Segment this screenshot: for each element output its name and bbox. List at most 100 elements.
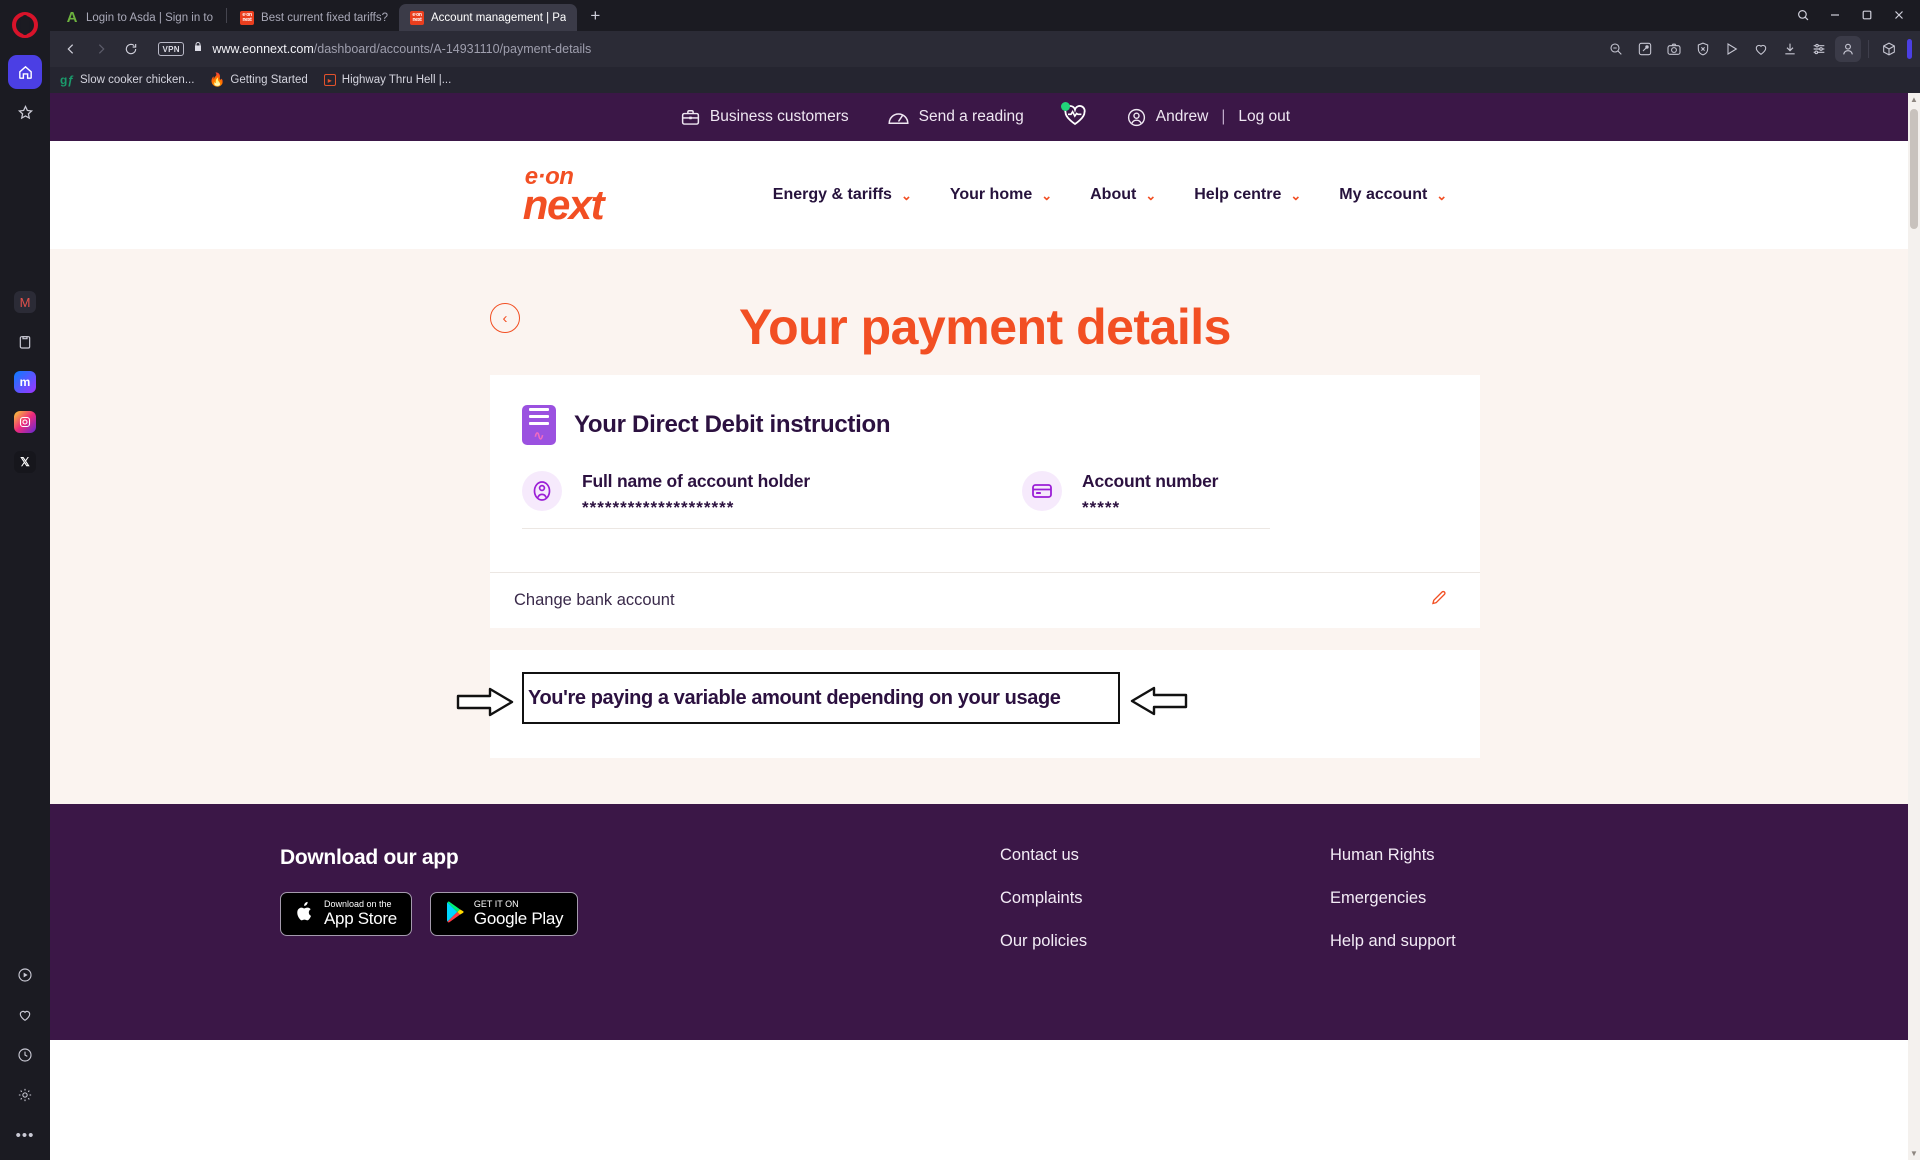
profile-icon[interactable] (1835, 36, 1861, 62)
home-icon (17, 64, 34, 81)
forward-button[interactable] (88, 36, 114, 62)
browser-tab-tariffs[interactable]: e·on next Best current fixed tariffs? (229, 4, 399, 31)
sidebar-more-button[interactable]: ••• (8, 1118, 42, 1152)
toolbar-icons (1603, 36, 1912, 62)
page-title: Your payment details (739, 299, 1231, 355)
sidebar-pinboard-button[interactable]: M (8, 285, 42, 319)
scrollbar-thumb[interactable] (1910, 109, 1918, 229)
bookmark-item[interactable]: gƒ Slow cooker chicken... (60, 73, 194, 87)
card-header: ∿ Your Direct Debit instruction (490, 375, 1480, 471)
sidebar-player-button[interactable] (8, 958, 42, 992)
sidebar-home-button[interactable] (8, 55, 42, 89)
url-text: www.eonnext.com/dashboard/accounts/A-149… (212, 42, 591, 56)
back-button-circle[interactable]: ‹ (490, 303, 520, 333)
sidebar-clipboard-button[interactable] (8, 325, 42, 359)
nav-label: About (1090, 186, 1137, 203)
nav-item-your-home[interactable]: Your home ⌄ (950, 186, 1052, 204)
back-button[interactable] (58, 36, 84, 62)
footer-link-help-and-support[interactable]: Help and support (1330, 932, 1660, 951)
zoom-out-icon[interactable] (1603, 36, 1629, 62)
bookmark-label: Getting Started (230, 74, 308, 86)
chevron-down-icon: ⌄ (1145, 187, 1157, 203)
user-name: Andrew (1155, 108, 1209, 125)
close-window-button[interactable] (1886, 5, 1912, 27)
vpn-badge[interactable]: VPN (158, 42, 185, 56)
footer-link-human-rights[interactable]: Human Rights (1330, 846, 1660, 865)
bookmarks-bar: gƒ Slow cooker chicken... 🔥 Getting Star… (50, 67, 1920, 93)
sidebar-bookmarks-button[interactable] (8, 95, 42, 129)
footer-link-contact-us[interactable]: Contact us (1000, 846, 1330, 865)
camera-icon[interactable] (1661, 36, 1687, 62)
direct-debit-card: ∿ Your Direct Debit instruction Full nam… (490, 375, 1480, 628)
tab-search-button[interactable] (1790, 5, 1816, 27)
nav-label: Energy & tariffs (772, 186, 892, 203)
pencil-icon[interactable] (1429, 589, 1448, 613)
tab-strip: A Login to Asda | Sign in to e·on next Be… (50, 0, 1920, 31)
close-icon (1893, 9, 1905, 24)
send-a-reading-link[interactable]: Send a reading (887, 107, 1024, 128)
firefox-icon: 🔥 (209, 72, 226, 87)
asda-icon: A (66, 9, 78, 26)
page-scrollbar[interactable]: ▲ ▼ (1908, 93, 1920, 1160)
sidebar-messenger-button[interactable]: m (8, 365, 42, 399)
browser-tab-asda[interactable]: A Login to Asda | Sign in to (54, 4, 224, 31)
annotation-highlight-box: You're paying a variable amount dependin… (456, 672, 1188, 724)
opera-sidebar: M m 𝕏 ••• (0, 0, 50, 1160)
nav-item-my-account[interactable]: My account ⌄ (1339, 186, 1447, 204)
heartbeat-status[interactable] (1060, 101, 1088, 132)
sidebar-x-twitter-button[interactable]: 𝕏 (8, 445, 42, 479)
footer-link-emergencies[interactable]: Emergencies (1330, 889, 1660, 908)
field-value: ***** (1082, 498, 1121, 517)
eon-next-logo[interactable]: e·on next (522, 164, 623, 229)
scroll-down-arrow[interactable]: ▼ (1910, 1149, 1918, 1158)
account-menu[interactable]: Andrew | Log out (1126, 107, 1290, 128)
browser-tab-account-management[interactable]: e·on next Account management | Pa (399, 4, 578, 31)
page-viewport: Business customers Send a reading Andrew… (50, 93, 1920, 1160)
business-customers-link[interactable]: Business customers (680, 107, 849, 128)
sidebar-history-button[interactable] (8, 1038, 42, 1072)
sidebar-toggle-pill[interactable] (1907, 39, 1912, 59)
field-value: ******************** (582, 498, 735, 517)
utility-separator: | (1221, 108, 1226, 125)
scroll-up-arrow[interactable]: ▲ (1910, 95, 1918, 104)
app-store-badge[interactable]: Download on the App Store (280, 892, 412, 936)
crypto-wallet-icon[interactable] (1876, 36, 1902, 62)
url-input[interactable]: VPN www.eonnext.com/dashboard/accounts/A… (148, 35, 1599, 63)
more-icon: ••• (15, 1126, 35, 1144)
bookmark-item[interactable]: ▸ Highway Thru Hell |... (323, 74, 451, 86)
business-customers-label: Business customers (709, 108, 849, 125)
badge-text: Download on the App Store (324, 899, 397, 929)
change-bank-account-label: Change bank account (514, 591, 675, 609)
download-icon[interactable] (1777, 36, 1803, 62)
padlock-icon[interactable] (192, 40, 204, 58)
shield-block-icon[interactable] (1690, 36, 1716, 62)
heart-icon[interactable] (1748, 36, 1774, 62)
chevron-down-icon: ⌄ (900, 187, 912, 203)
sidebar-settings-button[interactable] (8, 1078, 42, 1112)
eon-next-page: Business customers Send a reading Andrew… (50, 93, 1920, 1160)
logo-next-text: next (522, 181, 605, 229)
variable-payment-card: You're paying a variable amount dependin… (456, 650, 1480, 758)
minimize-button[interactable] (1822, 5, 1848, 27)
nav-item-help-centre[interactable]: Help centre ⌄ (1194, 186, 1301, 204)
maximize-button[interactable] (1854, 5, 1880, 27)
footer-link-our-policies[interactable]: Our policies (1000, 932, 1330, 951)
change-bank-account-row[interactable]: Change bank account (490, 572, 1480, 628)
x-twitter-icon: 𝕏 (14, 451, 36, 473)
edit-snapshot-icon[interactable] (1632, 36, 1658, 62)
nav-item-energy-tariffs[interactable]: Energy & tariffs ⌄ (773, 186, 912, 204)
bookmark-item[interactable]: 🔥 Getting Started (209, 72, 308, 87)
google-play-badge[interactable]: GET IT ON Google Play (429, 892, 579, 936)
sidebar-instagram-button[interactable] (8, 405, 42, 439)
footer-link-complaints[interactable]: Complaints (1000, 889, 1330, 908)
sidebar-favorites-button[interactable] (8, 998, 42, 1032)
browser-window: M m 𝕏 ••• A Login to Asda | Sign in to e… (0, 0, 1920, 1160)
reload-button[interactable] (118, 36, 144, 62)
opera-logo-icon[interactable] (12, 12, 38, 38)
clipboard-icon (17, 334, 33, 350)
new-tab-button[interactable]: + (583, 4, 607, 28)
nav-item-about[interactable]: About ⌄ (1090, 186, 1156, 204)
easy-setup-icon[interactable] (1806, 36, 1832, 62)
log-out-link[interactable]: Log out (1238, 108, 1290, 126)
send-icon[interactable] (1719, 36, 1745, 62)
